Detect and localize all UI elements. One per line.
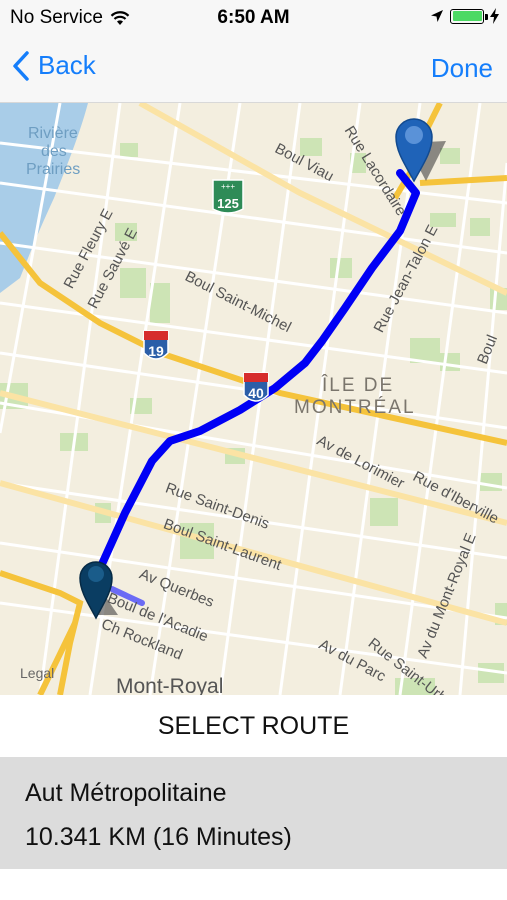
route-summary: 10.341 KM (16 Minutes): [25, 823, 292, 851]
water-label-line3: Prairies: [26, 161, 81, 178]
highway-shield-40: 40: [242, 371, 270, 409]
back-button[interactable]: Back: [12, 50, 96, 81]
route-name: Aut Métropolitaine: [25, 779, 227, 807]
route-option[interactable]: Aut Métropolitaine 10.341 KM (16 Minutes…: [0, 757, 507, 869]
status-icons: [430, 8, 499, 24]
highway-shield-125: +++ 125: [212, 179, 244, 217]
status-bar: No Service 6:50 AM: [0, 0, 507, 36]
shield-number: 19: [148, 343, 164, 359]
charging-bolt-icon: [490, 8, 499, 24]
battery-icon: [450, 8, 488, 24]
svg-text:+++: +++: [221, 182, 235, 191]
shield-number: 40: [248, 385, 264, 401]
water-label-line2: des: [41, 143, 67, 160]
done-button[interactable]: Done: [431, 53, 493, 84]
navigation-bar: Back Done: [0, 36, 507, 103]
district-label-line2: MONTRÉAL: [294, 397, 416, 418]
district-label-line1: ÎLE DE: [322, 375, 395, 396]
route-map[interactable]: Rivière des Prairies ÎLE DE MONTRÉAL Mon…: [0, 103, 507, 695]
chevron-left-icon: [13, 50, 29, 81]
back-label: Back: [38, 50, 96, 80]
shield-number: 125: [217, 196, 239, 211]
water-label-line1: Rivière: [28, 125, 78, 142]
legal-link[interactable]: Legal: [20, 665, 54, 681]
location-arrow-icon: [431, 10, 443, 22]
bottom-area-label: Mont-Royal: [116, 675, 224, 695]
highway-shield-19: 19: [142, 329, 170, 367]
select-route-title: SELECT ROUTE: [0, 695, 507, 757]
